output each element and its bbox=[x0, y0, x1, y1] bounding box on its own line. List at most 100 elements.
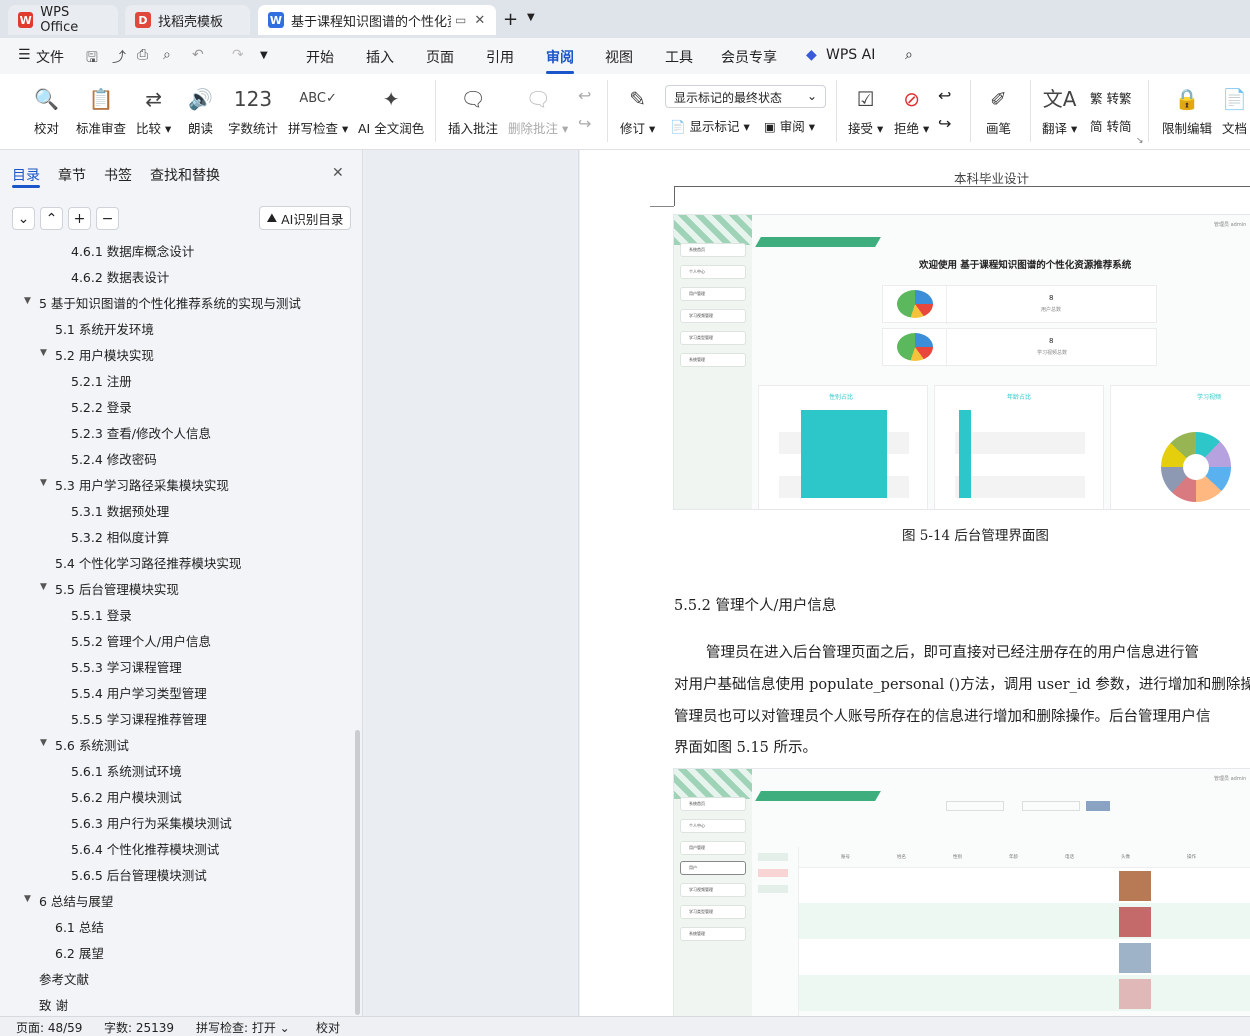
menu-page[interactable]: 页面 bbox=[426, 47, 454, 67]
std-review-button[interactable]: 📋 标准审查 bbox=[76, 84, 126, 137]
prev-change-icon[interactable]: ↩ bbox=[938, 86, 951, 105]
expand-down-button[interactable]: ⌄ bbox=[12, 207, 35, 230]
word-count-indicator[interactable]: 字数: 25139 bbox=[104, 1019, 174, 1036]
prev-comment-icon[interactable]: ↩ bbox=[578, 86, 591, 105]
review-pane-button[interactable]: ▣ 审阅 ▾ bbox=[764, 116, 815, 135]
show-markup-button[interactable]: 📄 显示标记 ▾ bbox=[670, 116, 750, 135]
new-tab-icon[interactable]: + bbox=[503, 9, 518, 30]
scrollbar-thumb[interactable] bbox=[355, 730, 360, 1015]
add-heading-button[interactable]: + bbox=[68, 207, 91, 230]
toc-item[interactable]: 4.6.2 数据表设计 bbox=[71, 267, 169, 286]
toc-item[interactable]: 5.3.1 数据预处理 bbox=[71, 501, 169, 520]
search-icon[interactable]: ⌕ bbox=[905, 47, 913, 63]
proof-indicator[interactable]: 校对 bbox=[316, 1019, 340, 1036]
doc-permission-button[interactable]: 📄 文档 bbox=[1222, 84, 1247, 137]
toc-item[interactable]: 5.5.4 用户学习类型管理 bbox=[71, 683, 207, 702]
proofread-button[interactable]: 🔍 校对 bbox=[34, 84, 59, 137]
toc-item[interactable]: 5.2.4 修改密码 bbox=[71, 449, 157, 468]
to-simplified-button[interactable]: 简 转简 bbox=[1090, 116, 1132, 135]
toc-item[interactable]: 6 总结与展望 bbox=[39, 891, 113, 910]
expand-toggle-icon[interactable]: ▼ bbox=[24, 296, 31, 306]
toc-item[interactable]: 5 基于知识图谱的个性化推荐系统的实现与测试 bbox=[39, 293, 301, 312]
menu-member[interactable]: 会员专享 bbox=[721, 47, 777, 67]
tab-bookmarks[interactable]: 书签 bbox=[104, 165, 132, 185]
expand-toggle-icon[interactable]: ▼ bbox=[40, 478, 47, 488]
to-traditional-button[interactable]: 繁 转繁 bbox=[1090, 88, 1132, 107]
toc-item[interactable]: 参考文献 bbox=[39, 969, 89, 988]
tab-document[interactable]: W 基于课程知识图谱的个性化资 ▭ ✕ bbox=[258, 5, 496, 35]
save-icon[interactable]: 🖫 bbox=[86, 47, 98, 71]
markup-state-select[interactable]: 显示标记的最终状态 ⌄ bbox=[665, 85, 826, 108]
expand-toggle-icon[interactable]: ▼ bbox=[40, 738, 47, 748]
accept-button[interactable]: ☑ 接受 ▾ bbox=[848, 84, 883, 137]
read-aloud-button[interactable]: 🔊 朗读 bbox=[188, 84, 213, 137]
menu-wps-ai[interactable]: WPS AI bbox=[826, 47, 875, 63]
translate-button[interactable]: 文A 翻译 ▾ bbox=[1042, 84, 1077, 137]
dialog-launcher-icon[interactable]: ↘ bbox=[1136, 136, 1144, 146]
toc-item[interactable]: 5.3 用户学习路径采集模块实现 bbox=[55, 475, 229, 494]
toc-item[interactable]: 致 谢 bbox=[39, 995, 68, 1014]
spell-check-button[interactable]: ABC✓ 拼写检查 ▾ bbox=[288, 84, 348, 137]
collapse-up-button[interactable]: ⌃ bbox=[40, 207, 63, 230]
ai-toc-button[interactable]: ⛰ AI识别目录 bbox=[259, 206, 351, 230]
next-change-icon[interactable]: ↪ bbox=[938, 114, 951, 133]
toc-item[interactable]: 5.4 个性化学习路径推荐模块实现 bbox=[55, 553, 241, 572]
print-preview-icon[interactable]: ⌕ bbox=[163, 47, 171, 63]
print-icon[interactable]: ⎙ bbox=[137, 47, 148, 63]
toc-item[interactable]: 5.3.2 相似度计算 bbox=[71, 527, 169, 546]
page-indicator[interactable]: 页面: 48/59 bbox=[16, 1019, 82, 1036]
tab-wps-office[interactable]: W WPS Office bbox=[8, 5, 118, 35]
toc-item[interactable]: 5.5 后台管理模块实现 bbox=[55, 579, 179, 598]
menu-tools[interactable]: 工具 bbox=[665, 47, 693, 67]
next-comment-icon[interactable]: ↪ bbox=[578, 114, 591, 133]
insert-comment-button[interactable]: 🗨 插入批注 bbox=[448, 84, 498, 137]
toc-item[interactable]: 6.2 展望 bbox=[55, 943, 104, 962]
toc-item[interactable]: 5.1 系统开发环境 bbox=[55, 319, 154, 338]
close-icon[interactable]: ✕ bbox=[474, 13, 485, 28]
toc-item[interactable]: 5.6.3 用户行为采集模块测试 bbox=[71, 813, 232, 832]
undo-icon[interactable]: ↶ bbox=[192, 47, 204, 63]
ai-polish-button[interactable]: ✦ AI 全文润色 bbox=[358, 84, 424, 137]
menu-insert[interactable]: 插入 bbox=[366, 47, 394, 67]
quick-access-more-icon[interactable]: ▼ bbox=[260, 50, 268, 61]
toc-item[interactable]: 5.5.5 学习课程推荐管理 bbox=[71, 709, 207, 728]
tab-chapters[interactable]: 章节 bbox=[58, 165, 86, 185]
word-count-button[interactable]: 123 字数统计 bbox=[228, 84, 278, 137]
toc-item[interactable]: 5.6.4 个性化推荐模块测试 bbox=[71, 839, 219, 858]
expand-toggle-icon[interactable]: ▼ bbox=[40, 348, 47, 358]
toc-item[interactable]: 5.5.2 管理个人/用户信息 bbox=[71, 631, 211, 650]
toc-item[interactable]: 5.5.1 登录 bbox=[71, 605, 132, 624]
chevron-down-icon[interactable]: ▼ bbox=[527, 12, 535, 23]
toc-item[interactable]: 5.6.5 后台管理模块测试 bbox=[71, 865, 207, 884]
expand-toggle-icon[interactable]: ▼ bbox=[24, 894, 31, 904]
toc-item[interactable]: 4.6.1 数据库概念设计 bbox=[71, 241, 194, 260]
hamburger-icon[interactable]: ☰ bbox=[18, 47, 31, 63]
toc-item[interactable]: 6.1 总结 bbox=[55, 917, 104, 936]
compare-button[interactable]: ⇄ 比较 ▾ bbox=[136, 84, 171, 137]
menu-start[interactable]: 开始 bbox=[306, 47, 334, 67]
reject-button[interactable]: ⊘ 拒绝 ▾ bbox=[894, 84, 929, 137]
tab-find-replace[interactable]: 查找和替换 bbox=[150, 165, 220, 185]
tab-docer-templates[interactable]: D 找稻壳模板 bbox=[125, 5, 250, 35]
share-icon[interactable]: ⤴ bbox=[112, 47, 126, 67]
toc-item[interactable]: 5.2.3 查看/修改个人信息 bbox=[71, 423, 211, 442]
toc-item[interactable]: 5.6.2 用户模块测试 bbox=[71, 787, 182, 806]
close-icon[interactable]: ✕ bbox=[332, 165, 344, 181]
remove-heading-button[interactable]: − bbox=[96, 207, 119, 230]
spell-check-indicator[interactable]: 拼写检查: 打开 ⌄ bbox=[196, 1019, 290, 1036]
toc-item[interactable]: 5.2.1 注册 bbox=[71, 371, 132, 390]
menu-file[interactable]: 文件 bbox=[36, 47, 64, 67]
delete-comment-button[interactable]: 🗨 删除批注 ▾ bbox=[508, 84, 568, 137]
revise-button[interactable]: ✎ 修订 ▾ bbox=[620, 84, 655, 137]
menu-review[interactable]: 审阅 bbox=[546, 47, 574, 67]
toc-item[interactable]: 5.6 系统测试 bbox=[55, 735, 129, 754]
expand-toggle-icon[interactable]: ▼ bbox=[40, 582, 47, 592]
tab-toc[interactable]: 目录 bbox=[12, 165, 40, 185]
toc-item[interactable]: 5.5.3 学习课程管理 bbox=[71, 657, 182, 676]
pen-button[interactable]: ✐ 画笔 bbox=[986, 84, 1011, 137]
menu-reference[interactable]: 引用 bbox=[486, 47, 514, 67]
menu-view[interactable]: 视图 bbox=[605, 47, 633, 67]
redo-icon[interactable]: ↷ bbox=[232, 47, 244, 63]
restrict-edit-button[interactable]: 🔒 限制编辑 bbox=[1162, 84, 1212, 137]
toc-item[interactable]: 5.2.2 登录 bbox=[71, 397, 132, 416]
